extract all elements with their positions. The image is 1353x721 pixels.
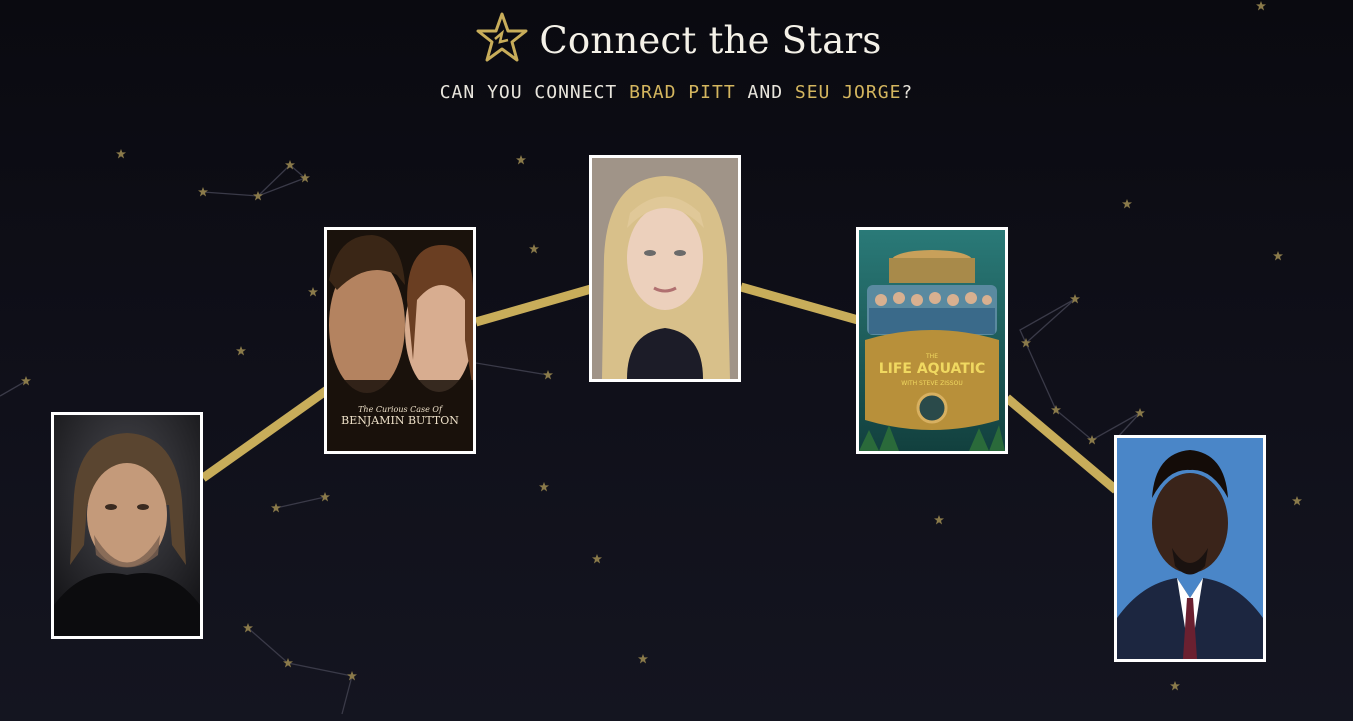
poster-prefix: THE <box>925 353 938 360</box>
movie-card-benjamin-button[interactable]: The Curious Case Of BENJAMIN BUTTON <box>324 227 476 454</box>
actor-portrait <box>1117 438 1263 659</box>
poster-subtitle: WITH STEVE ZISSOU <box>901 380 962 387</box>
actor-portrait <box>592 158 738 379</box>
movie-card-life-aquatic[interactable]: THE LIFE AQUATIC WITH STEVE ZISSOU <box>856 227 1008 454</box>
actor-card-start[interactable] <box>51 412 203 639</box>
movie-poster: The Curious Case Of BENJAMIN BUTTON <box>327 230 473 451</box>
poster-title: BENJAMIN BUTTON <box>341 414 459 427</box>
title-row: Connect the Stars <box>0 8 1353 72</box>
star-logo-icon <box>476 12 528 62</box>
connector-segment <box>200 386 330 482</box>
actor-portrait <box>54 415 200 636</box>
actor-card-middle[interactable] <box>589 155 741 382</box>
start-actor-name: BRAD PITT <box>629 82 736 103</box>
end-actor-name: SEU JORGE <box>794 82 902 103</box>
page-title: Connect the Stars <box>539 18 882 62</box>
challenge-prompt: CAN YOU CONNECT BRAD PITT AND SEU JORGE? <box>0 82 1353 103</box>
prompt-prefix: CAN YOU CONNECT <box>439 82 618 103</box>
connector-segment <box>1004 394 1119 494</box>
movie-poster: THE LIFE AQUATIC WITH STEVE ZISSOU <box>859 230 1005 451</box>
connector-segment <box>739 282 860 325</box>
actor-card-end[interactable] <box>1114 435 1266 662</box>
header: Connect the Stars CAN YOU CONNECT BRAD P… <box>0 8 1353 103</box>
prompt-joiner: AND <box>747 82 784 103</box>
poster-title: LIFE AQUATIC <box>879 361 986 377</box>
prompt-suffix: ? <box>901 82 914 103</box>
connector-segment <box>474 284 593 327</box>
poster-tagline: The Curious Case Of <box>358 405 444 414</box>
